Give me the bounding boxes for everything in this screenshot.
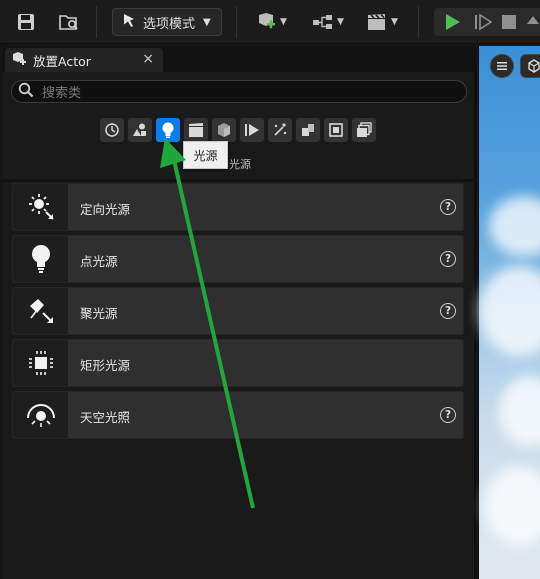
active-filter-caption: 光源 — [229, 158, 251, 171]
volumes-icon[interactable] — [240, 118, 264, 142]
list-item[interactable]: 定向光源 ? — [12, 183, 464, 231]
all-classes-icon[interactable] — [324, 118, 348, 142]
mode-label: 选项模式 — [143, 16, 196, 32]
toolbar-separator — [418, 6, 419, 38]
tab-title: 放置Actor — [33, 53, 91, 69]
cloud — [499, 376, 540, 446]
chevron-down-icon: ▼ — [280, 17, 287, 27]
directional-light-icon — [13, 184, 68, 230]
stop-icon[interactable] — [500, 8, 518, 36]
filter-tooltip: 光源 — [183, 141, 228, 169]
layers-icon[interactable] — [352, 118, 376, 142]
divider — [3, 179, 476, 182]
search-icon — [18, 82, 34, 102]
viewport-menu-icon[interactable] — [490, 54, 514, 78]
rect-light-icon — [13, 340, 68, 386]
tab-bar: 放置Actor × — [3, 46, 476, 72]
cloud — [489, 196, 540, 256]
help-icon[interactable]: ? — [440, 407, 456, 423]
help-icon[interactable]: ? — [440, 303, 456, 319]
list-item[interactable]: 天空光照 ? — [12, 391, 464, 439]
cinematic-icon[interactable] — [184, 118, 208, 142]
list-item[interactable]: 点光源 ? — [12, 235, 464, 283]
point-light-icon — [13, 236, 68, 282]
basic-icon[interactable] — [128, 118, 152, 142]
step-icon[interactable] — [472, 8, 494, 36]
save-icon[interactable] — [14, 8, 38, 36]
place-actors-panel: 放置Actor × 搜索类 光源 光源 定向光源 ? 点光源 ? 聚光源 ? 矩… — [3, 46, 476, 579]
cloud — [484, 466, 540, 546]
list-item-label: 矩形光源 — [80, 358, 131, 373]
select-mode-icon — [121, 12, 137, 32]
visual-effects-icon[interactable] — [212, 118, 236, 142]
perspective-icon[interactable] — [520, 54, 540, 78]
mode-select-button[interactable]: 选项模式 ▼ — [112, 8, 222, 36]
sky-light-icon — [13, 392, 68, 438]
place-actor-icon — [11, 51, 27, 70]
list-item-label: 聚光源 — [80, 306, 118, 321]
light-bulb-icon[interactable] — [156, 118, 180, 142]
level-viewport[interactable] — [479, 46, 540, 579]
list-item[interactable]: 聚光源 ? — [12, 287, 464, 335]
toolbar-separator — [236, 6, 237, 38]
help-icon[interactable]: ? — [440, 251, 456, 267]
cinematics-button[interactable]: ▼ — [362, 8, 402, 36]
list-item-label: 定向光源 — [80, 202, 131, 217]
list-item-label: 天空光照 — [80, 410, 131, 425]
blueprint-button[interactable]: ▼ — [308, 8, 348, 36]
chevron-down-icon: ▼ — [203, 16, 211, 28]
recent-icon[interactable] — [100, 118, 124, 142]
chevron-down-icon: ▼ — [391, 17, 398, 27]
eject-icon[interactable] — [525, 8, 540, 36]
play-icon[interactable] — [442, 8, 464, 36]
close-icon[interactable]: × — [142, 51, 154, 67]
search-placeholder: 搜索类 — [42, 86, 82, 101]
chevron-down-icon: ▼ — [337, 17, 344, 27]
content-browser-icon[interactable] — [56, 8, 82, 36]
particles-icon[interactable] — [268, 118, 292, 142]
category-filter-bar — [100, 118, 376, 142]
main-toolbar: 选项模式 ▼ ▼ ▼ ▼ — [0, 0, 540, 44]
add-actor-button[interactable]: ▼ — [251, 8, 291, 36]
help-icon[interactable]: ? — [440, 199, 456, 215]
search-input[interactable]: 搜索类 — [11, 80, 467, 103]
spot-light-icon — [13, 288, 68, 334]
list-item-label: 点光源 — [80, 254, 118, 269]
geometry-icon[interactable] — [296, 118, 320, 142]
toolbar-separator — [96, 6, 97, 38]
list-item[interactable]: 矩形光源 — [12, 339, 464, 387]
tab-place-actors[interactable]: 放置Actor × — [5, 48, 163, 72]
cloud — [479, 266, 540, 356]
